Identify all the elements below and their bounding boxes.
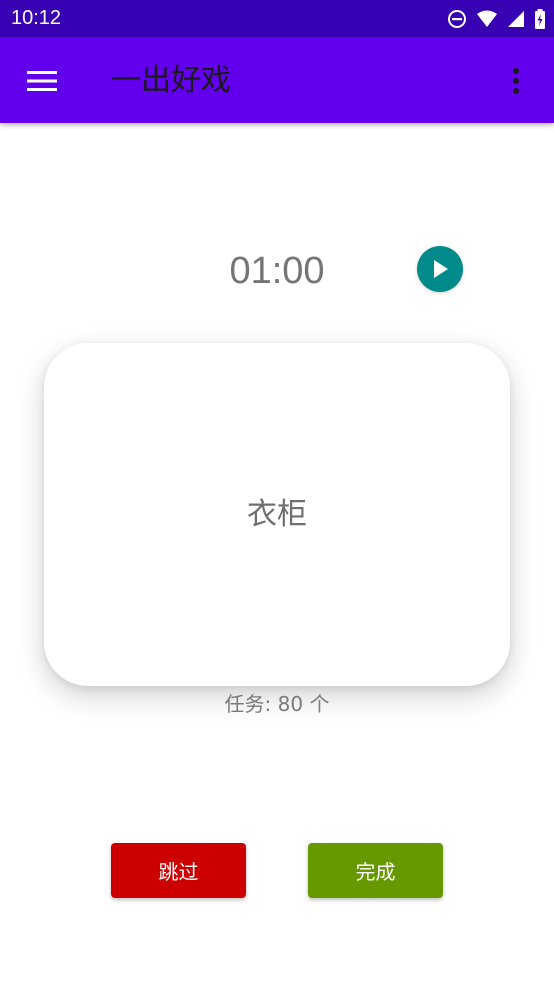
timer-display: 01:00 [229, 250, 325, 292]
wifi-icon [476, 10, 498, 28]
play-icon [434, 260, 448, 278]
menu-button[interactable] [20, 59, 64, 103]
signal-icon [507, 10, 525, 28]
play-button[interactable] [417, 246, 463, 292]
task-count: 任务: 80 个 [224, 692, 330, 716]
overflow-menu-button[interactable] [496, 61, 536, 101]
menu-icon [27, 71, 57, 91]
status-bar: 10:12 [0, 0, 554, 37]
skip-button[interactable]: 跳过 [111, 843, 246, 898]
more-vert-icon [513, 68, 519, 94]
app-bar: 一出好戏 [0, 37, 554, 123]
app-title: 一出好戏 [111, 63, 231, 98]
status-time: 10:12 [11, 7, 62, 29]
word-text: 衣柜 [247, 496, 307, 532]
do-not-disturb-icon [447, 9, 467, 29]
status-icons [447, 8, 546, 30]
game-screen: 10:12 一出好戏 01:00 衣柜 任务: 80 个 跳过 完成 [0, 0, 554, 985]
battery-icon [534, 9, 546, 29]
word-card: 衣柜 [44, 343, 510, 686]
done-button[interactable]: 完成 [308, 843, 443, 898]
